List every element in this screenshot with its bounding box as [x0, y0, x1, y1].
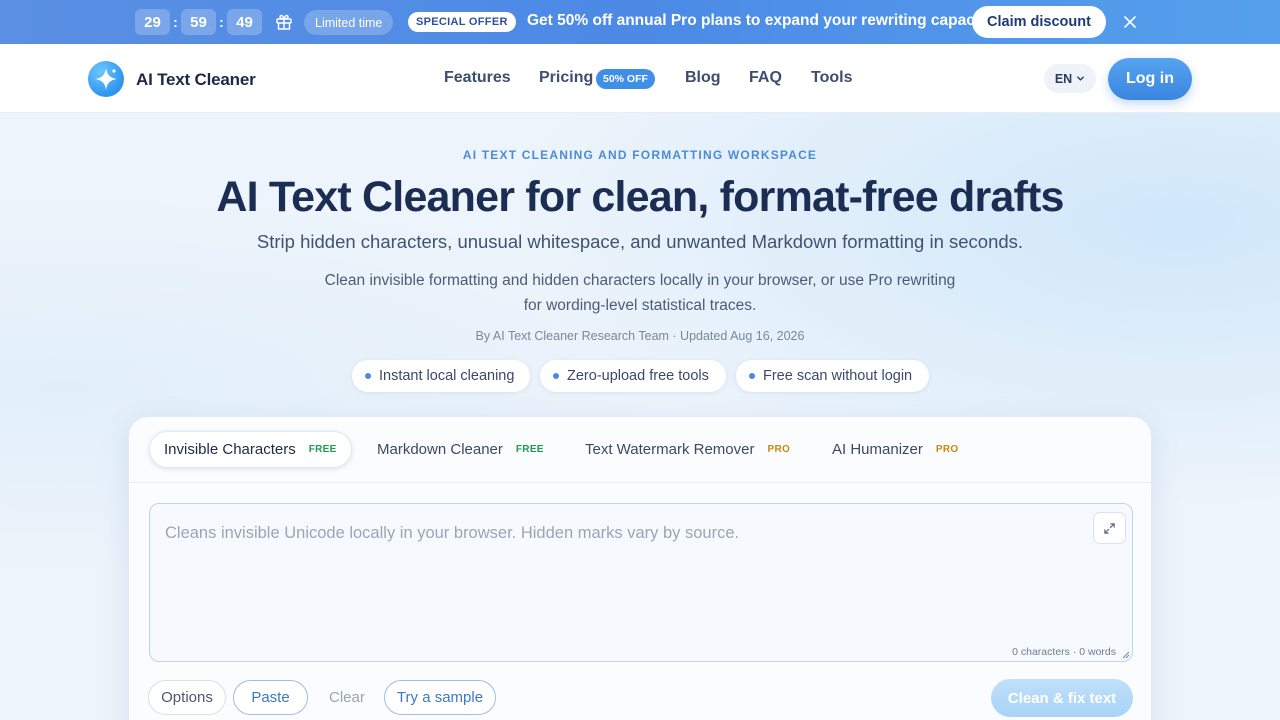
paste-button[interactable]: Paste	[233, 680, 308, 715]
editor-actions: Options Paste Clear Try a sample Clean &…	[129, 679, 1153, 719]
tab-label: Invisible Characters	[164, 441, 296, 458]
tab-label: AI Humanizer	[832, 441, 923, 458]
pill-label: Free scan without login	[763, 368, 913, 384]
text-input-area[interactable]: Cleans invisible Unicode locally in your…	[149, 503, 1133, 662]
tab-ai-humanizer[interactable]: AI Humanizer PRO	[818, 431, 972, 468]
timer-minutes: 59	[181, 9, 216, 35]
chevron-down-icon	[1077, 76, 1085, 81]
language-selector[interactable]: EN	[1044, 64, 1096, 93]
try-sample-button[interactable]: Try a sample	[384, 680, 496, 715]
description-line: Clean invisible formatting and hidden ch…	[324, 272, 956, 289]
editor-placeholder: Cleans invisible Unicode locally in your…	[165, 524, 740, 542]
gift-icon	[276, 14, 292, 30]
options-button[interactable]: Options	[148, 680, 226, 715]
countdown-timer: 29 : 59 : 49	[135, 9, 262, 35]
promo-message: Get 50% off annual Pro plans to expand y…	[527, 12, 997, 29]
claim-discount-button[interactable]: Claim discount	[972, 6, 1106, 38]
bullet-dot-icon	[749, 373, 755, 379]
timer-hours: 29	[135, 9, 170, 35]
pill-label: Zero-upload free tools	[567, 368, 709, 384]
clear-button[interactable]: Clear	[329, 689, 365, 706]
clean-fix-button[interactable]: Clean & fix text	[991, 679, 1133, 717]
nav-pricing[interactable]: Pricing	[539, 69, 593, 87]
timer-separator: :	[219, 14, 224, 30]
hero-subtitle: Strip hidden characters, unusual whitesp…	[256, 231, 1024, 252]
page-title: AI Text Cleaner for clean, format-free d…	[216, 173, 1064, 221]
nav-blog[interactable]: Blog	[685, 69, 721, 87]
free-tag: FREE	[515, 444, 544, 455]
language-code: EN	[1054, 71, 1073, 86]
hero-eyebrow: AI TEXT CLEANING AND FORMATTING WORKSPAC…	[462, 148, 818, 162]
limited-time-badge: Limited time	[304, 10, 394, 35]
close-icon[interactable]	[1122, 14, 1138, 30]
tab-markdown-cleaner[interactable]: Markdown Cleaner FREE	[363, 431, 558, 468]
pricing-discount-badge: 50% OFF	[596, 69, 655, 89]
login-button[interactable]: Log in	[1108, 58, 1192, 100]
tab-text-watermark-remover[interactable]: Text Watermark Remover PRO	[571, 431, 804, 468]
bullet-dot-icon	[553, 373, 559, 379]
special-offer-badge: SPECIAL OFFER	[408, 12, 516, 32]
pro-tag: PRO	[935, 444, 959, 455]
tab-label: Markdown Cleaner	[377, 441, 503, 458]
cleaner-tool-card: Invisible Characters FREE Markdown Clean…	[128, 416, 1153, 720]
resize-handle-icon[interactable]	[1122, 651, 1130, 659]
character-word-count: 0 characters · 0 words	[1012, 646, 1116, 658]
pro-tag: PRO	[767, 444, 791, 455]
tool-tabs: Invisible Characters FREE Markdown Clean…	[129, 417, 1153, 483]
nav-faq[interactable]: FAQ	[749, 69, 782, 87]
pill-label: Instant local cleaning	[379, 368, 515, 384]
tab-label: Text Watermark Remover	[585, 441, 755, 458]
hero-description: Clean invisible formatting and hidden ch…	[300, 268, 980, 318]
nav-features[interactable]: Features	[444, 69, 511, 87]
description-line: for wording-level statistical traces.	[523, 297, 757, 314]
timer-seconds: 49	[227, 9, 262, 35]
expand-button[interactable]	[1093, 512, 1126, 544]
expand-icon	[1104, 522, 1115, 534]
free-tag: FREE	[308, 444, 337, 455]
sparkle-logo-icon[interactable]	[88, 61, 124, 97]
promo-banner: 29 : 59 : 49 Limited time SPECIAL OFFER …	[0, 0, 1280, 44]
feature-pill: Free scan without login	[736, 360, 929, 392]
tab-invisible-characters[interactable]: Invisible Characters FREE	[149, 431, 352, 468]
author-byline: By AI Text Cleaner Research Team · Updat…	[475, 329, 805, 343]
brand-name[interactable]: AI Text Cleaner	[136, 70, 256, 90]
nav-tools[interactable]: Tools	[811, 69, 852, 87]
feature-pill: Zero-upload free tools	[540, 360, 726, 392]
bullet-dot-icon	[365, 373, 371, 379]
site-header: AI Text Cleaner Features Pricing 50% OFF…	[0, 44, 1280, 113]
timer-separator: :	[173, 14, 178, 30]
feature-pill: Instant local cleaning	[352, 360, 530, 392]
